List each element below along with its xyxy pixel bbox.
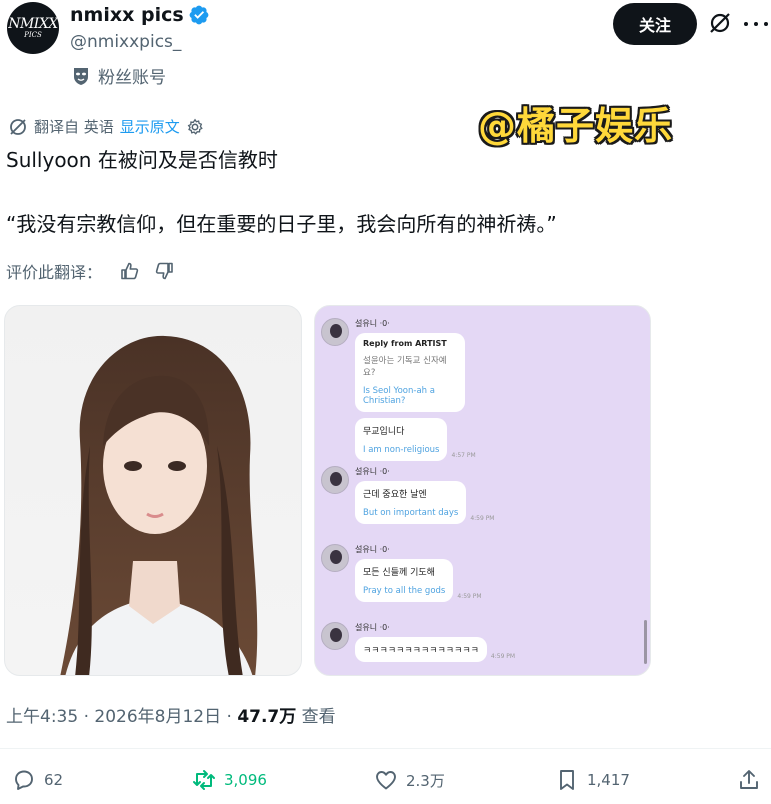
chat-bubble-reply: Reply from ARTIST 설윤아는 기독교 신자예요? Is Seol… [355,333,465,412]
more-icon[interactable] [744,12,768,36]
share-button[interactable] [737,768,761,792]
grok-icon[interactable] [708,11,732,35]
like-button[interactable]: 2.3万 [374,768,445,792]
message-korean: 모든 신들께 기도해 [363,568,435,578]
chat-message-group: 설유니 ·0· Reply from ARTIST 설윤아는 기독교 신자예요?… [321,318,476,461]
bookmark-icon [560,770,574,790]
chat-bubble: ㅋㅋㅋㅋㅋㅋㅋㅋㅋㅋㅋㅋㅋㅋ [355,637,487,662]
follow-button[interactable]: 关注 [613,3,697,45]
chat-bubble: 근데 중요한 날엔 But on important days [355,481,467,524]
message-time: 4:57 PM [451,452,476,459]
thumbs-down-icon[interactable] [154,261,174,281]
message-korean: 근데 중요한 날엔 [363,490,427,500]
portrait-photo[interactable] [4,305,302,676]
fan-account-badge: 粉丝账号 [72,63,166,88]
reply-count: 62 [44,771,64,789]
reply-button[interactable]: 62 [12,768,63,792]
chat-bubble-row: 근데 중요한 날엔 But on important days 4:59 PM [355,481,495,524]
views-label: 查看 [296,707,336,727]
chat-message-group: 설유니 ·0· ㅋㅋㅋㅋㅋㅋㅋㅋㅋㅋㅋㅋㅋㅋ 4:59 PM [321,622,515,662]
show-original-link[interactable]: 显示原文 [120,116,180,137]
chat-bubble-row: 무교입니다 I am non-religious 4:57 PM [355,418,476,461]
chat-bubble-row: ㅋㅋㅋㅋㅋㅋㅋㅋㅋㅋㅋㅋㅋㅋ 4:59 PM [355,637,515,662]
name-row: nmixx pics [70,4,210,26]
share-icon [740,770,758,789]
chat-bubble: 모든 신들께 기도해 Pray to all the gods [355,559,454,602]
chat-bubble: 무교입니다 I am non-religious [355,418,448,461]
chat-screenshot[interactable]: 설유니 ·0· Reply from ARTIST 설윤아는 기독교 신자예요?… [314,305,651,676]
tweet-timestamp[interactable]: 上午4:35 · 2026年8月12日 · [6,707,237,727]
view-count: 47.7万 [237,707,297,727]
mask-icon [74,67,88,85]
message-time: 4:59 PM [470,515,495,522]
chat-bubble-row: 모든 신들께 기도해 Pray to all the gods 4:59 PM [355,559,482,602]
chat-scrollbar[interactable] [644,620,647,664]
reply-question: 설윤아는 기독교 신자예요? [363,356,447,378]
reply-header: Reply from ARTIST [363,339,447,348]
message-translation: Pray to all the gods [363,586,446,596]
tweet-text-line1: Sullyoon 在被问及是否信教时 [6,148,278,172]
retweet-icon [193,770,215,790]
avatar-logo-subtext: PICS [24,31,42,39]
settings-icon[interactable] [186,118,204,136]
fan-account-label: 粉丝账号 [98,68,166,88]
chat-sender: 설유니 ·0· [355,467,390,476]
bookmark-button[interactable]: 1,417 [555,768,630,792]
chat-avatar [321,544,349,572]
like-count: 2.3万 [406,771,445,790]
chat-avatar [321,622,349,650]
reply-icon [15,770,33,790]
divider [0,748,771,749]
avatar[interactable]: NMIXX PICS [7,2,59,54]
message-time: 4:59 PM [457,593,482,600]
tweet-meta: 上午4:35 · 2026年8月12日 · 47.7万 查看 [6,702,336,727]
verified-icon [189,5,209,25]
like-icon [376,771,396,790]
translation-notice: 翻译自 英语 显示原文 [8,116,204,137]
rate-translation: 评价此翻译： [6,259,188,283]
portrait-illustration [60,335,258,675]
watermark: @橘子娱乐 [478,104,674,148]
tweet-text-line2: “我没有宗教信仰，但在重要的日子里，我会向所有的神祈祷。” [6,212,557,236]
avatar-logo-text: NMIXX [8,16,58,32]
retweet-button[interactable]: 3,096 [192,768,267,792]
chat-sender: 설유니 ·0· [355,623,390,632]
reply-question-translation: Is Seol Yoon-ah a Christian? [363,386,435,406]
message-time: 4:59 PM [490,653,516,660]
chat-avatar [321,318,349,346]
thumbs-up-icon[interactable] [120,261,140,281]
rate-translation-label: 评价此翻译： [6,263,103,282]
chat-sender: 설유니 ·0· [355,545,390,554]
handle[interactable]: @nmixxpics_ [70,32,181,52]
display-name[interactable]: nmixx pics [70,4,184,26]
chat-message-group: 설유니 ·0· 근데 중요한 날엔 But on important days … [321,466,495,524]
translate-icon [10,118,26,135]
translation-source-label: 翻译自 英语 [34,118,114,136]
chat-message-group: 설유니 ·0· 모든 신들께 기도해 Pray to all the gods … [321,544,482,602]
message-korean: ㅋㅋㅋㅋㅋㅋㅋㅋㅋㅋㅋㅋㅋㅋ [363,646,479,656]
bookmark-count: 1,417 [587,771,630,789]
chat-sender: 설유니 ·0· [355,319,390,328]
chat-avatar [321,466,349,494]
message-translation: But on important days [363,508,459,518]
retweet-count: 3,096 [224,771,267,789]
message-korean: 무교입니다 [363,427,405,437]
message-translation: I am non-religious [363,445,440,455]
